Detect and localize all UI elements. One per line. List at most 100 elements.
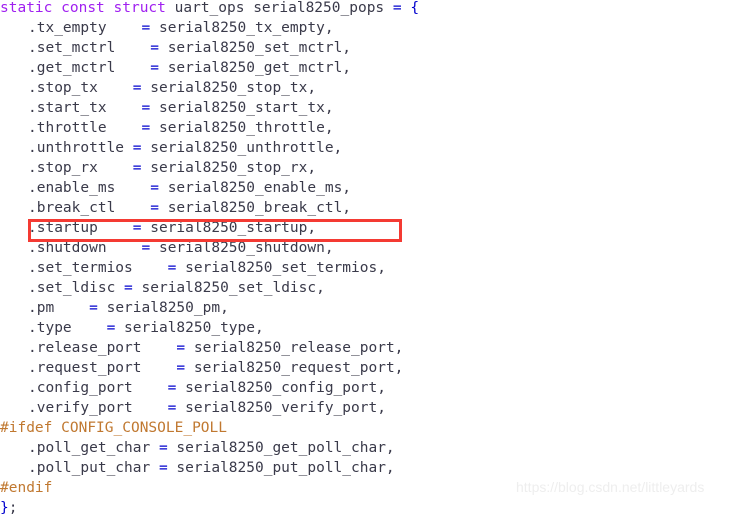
code-token: .release_port (28, 340, 142, 356)
code-token: serial8250_tx_empty, (158, 20, 334, 36)
code-token: serial8250_unthrottle, (150, 140, 343, 156)
code-token: serial8250_type, (124, 320, 264, 336)
code-line: .unthrottle = serial8250_unthrottle, (0, 138, 342, 158)
code-token: #ifdef (0, 420, 53, 436)
code-token: = (115, 200, 168, 216)
code-token: .shutdown (28, 240, 107, 256)
code-line: .get_mctrl = serial8250_get_mctrl, (0, 58, 351, 78)
code-line: .set_mctrl = serial8250_set_mctrl, (0, 38, 351, 58)
code-token: .type (28, 320, 72, 336)
code-token: = (132, 400, 186, 416)
code-token: = (97, 80, 151, 96)
code-token: = (132, 260, 186, 276)
code-token: .tx_empty (28, 20, 107, 36)
code-line: .break_ctl = serial8250_break_ctl, (0, 198, 351, 218)
code-token: serial8250_enable_ms, (167, 180, 352, 196)
code-token: = (150, 440, 177, 456)
code-token: static (0, 0, 53, 16)
code-token: .get_mctrl (28, 60, 116, 76)
code-token: serial8250_set_termios, (185, 260, 386, 276)
code-line: .start_tx = serial8250_start_tx, (0, 98, 334, 118)
code-token: serial8250_stop_rx, (150, 160, 317, 176)
code-token: serial8250_startup, (150, 220, 317, 236)
code-token: = (115, 280, 142, 296)
code-token: serial8250_throttle, (158, 120, 334, 136)
code-token: .startup (28, 220, 98, 236)
code-token: #endif (0, 480, 53, 496)
code-token: = (141, 340, 194, 356)
code-token: = (124, 140, 151, 156)
code-line: #endif (0, 478, 52, 498)
code-token: serial8250_get_mctrl, (167, 60, 352, 76)
code-token: .enable_ms (28, 180, 116, 196)
code-line: .tx_empty = serial8250_tx_empty, (0, 18, 334, 38)
code-token: serial8250_pm, (106, 300, 229, 316)
code-line: .poll_put_char = serial8250_put_poll_cha… (0, 458, 395, 478)
code-line: }; (0, 498, 17, 518)
code-token: = (106, 20, 159, 36)
code-token: serial8250_request_port, (193, 360, 404, 376)
code-viewer: static const struct uart_ops serial8250_… (0, 0, 742, 516)
code-token: = (71, 320, 125, 336)
code-line: .release_port = serial8250_release_port, (0, 338, 403, 358)
code-token: serial8250_stop_tx, (150, 80, 317, 96)
code-line: .shutdown = serial8250_shutdown, (0, 238, 334, 258)
code-token: .start_tx (28, 100, 107, 116)
code-token: = (97, 160, 151, 176)
code-token: = (115, 180, 168, 196)
code-token: = (392, 0, 402, 16)
code-line-highlighted: .startup = serial8250_startup, (0, 218, 316, 238)
code-line: .stop_tx = serial8250_stop_tx, (0, 78, 316, 98)
code-token: CONFIG_CONSOLE_POLL (61, 420, 227, 436)
code-token: .set_mctrl (28, 40, 116, 56)
code-token: = (115, 40, 168, 56)
code-token: serial8250_set_mctrl, (167, 40, 352, 56)
code-token: .stop_rx (28, 160, 98, 176)
code-token: = (97, 220, 151, 236)
code-token: .verify_port (28, 400, 133, 416)
code-line: .throttle = serial8250_throttle, (0, 118, 334, 138)
code-token: .unthrottle (28, 140, 125, 156)
code-line: .request_port = serial8250_request_port, (0, 358, 403, 378)
code-token: serial8250_start_tx, (158, 100, 334, 116)
code-token: serial8250_release_port, (193, 340, 404, 356)
code-token: = (106, 120, 159, 136)
code-token: .request_port (28, 360, 142, 376)
code-token: serial8250_verify_port, (185, 400, 386, 416)
code-line: static const struct uart_ops serial8250_… (0, 0, 419, 18)
code-line: .poll_get_char = serial8250_get_poll_cha… (0, 438, 395, 458)
code-line: .verify_port = serial8250_verify_port, (0, 398, 386, 418)
code-token: uart_ops serial8250_pops (165, 0, 393, 16)
code-token: .poll_get_char (28, 440, 151, 456)
code-token: struct (113, 0, 166, 16)
code-token: .config_port (28, 380, 133, 396)
code-token: .pm (28, 300, 55, 316)
code-token: = (106, 100, 159, 116)
code-token: serial8250_get_poll_char, (176, 440, 395, 456)
code-token: serial8250_break_ctl, (167, 200, 352, 216)
code-token: serial8250_config_port, (185, 380, 386, 396)
code-token: = (150, 460, 177, 476)
code-line: .set_ldisc = serial8250_set_ldisc, (0, 278, 325, 298)
watermark-text: https://blog.csdn.net/littleyards (516, 479, 705, 495)
code-line: .type = serial8250_type, (0, 318, 264, 338)
code-line: .set_termios = serial8250_set_termios, (0, 258, 386, 278)
code-token: ; (8, 500, 18, 516)
code-line: .enable_ms = serial8250_enable_ms, (0, 178, 351, 198)
code-token: .throttle (28, 120, 107, 136)
code-token: = (141, 360, 194, 376)
code-token: serial8250_put_poll_char, (176, 460, 395, 476)
code-line: .stop_rx = serial8250_stop_rx, (0, 158, 316, 178)
code-token: serial8250_set_ldisc, (141, 280, 325, 296)
code-token: .stop_tx (28, 80, 98, 96)
code-token: = (115, 60, 168, 76)
code-token: } (0, 500, 9, 516)
code-token: .break_ctl (28, 200, 116, 216)
code-token: .set_ldisc (28, 280, 116, 296)
code-token: .poll_put_char (28, 460, 151, 476)
code-token: const (61, 0, 105, 16)
code-token: = (106, 240, 159, 256)
